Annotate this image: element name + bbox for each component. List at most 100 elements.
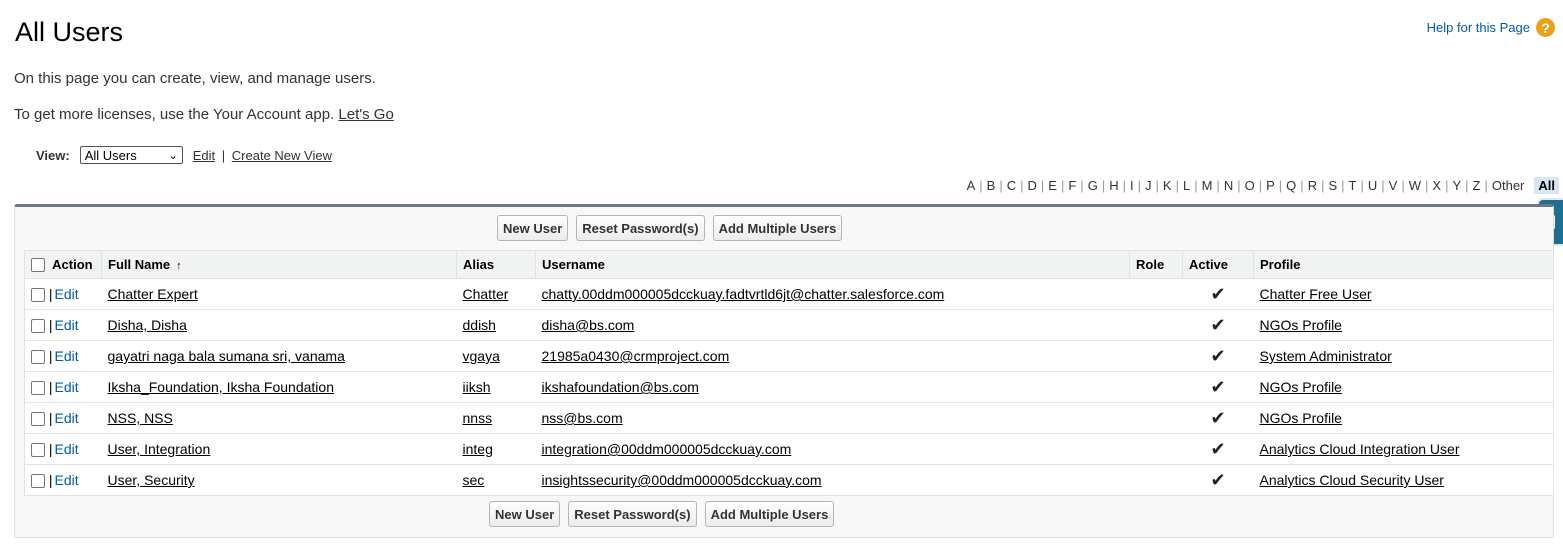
row-checkbox[interactable] [31,412,45,427]
help-link[interactable]: Help for this Page [1427,20,1530,35]
new-user-button[interactable]: New User [497,215,569,241]
row-action-cell: | Edit [24,371,102,403]
user-alias-link[interactable]: ddish [463,317,496,333]
user-full-name-link[interactable]: NSS, NSS [108,410,173,426]
row-checkbox[interactable] [31,319,45,334]
alpha-filter-v[interactable]: V [1385,178,1402,193]
role-header[interactable]: Role [1129,250,1183,279]
edit-user-link[interactable]: Edit [55,379,79,395]
action-separator: | [48,378,53,395]
user-username-link[interactable]: 21985a0430@crmproject.com [542,348,730,364]
alpha-filter-l[interactable]: L [1179,178,1194,193]
alpha-filter-o[interactable]: O [1241,178,1259,193]
active-check-icon: ✔ [1210,283,1226,304]
alpha-filter-a[interactable]: A [963,178,980,193]
user-full-name-link[interactable]: User, Integration [108,441,211,457]
row-checkbox[interactable] [31,350,45,365]
license-text-label: To get more licenses, use the Your Accou… [14,106,335,123]
edit-user-link[interactable]: Edit [55,441,79,457]
row-checkbox[interactable] [31,381,45,396]
add-multiple-users-button-bottom[interactable]: Add Multiple Users [704,501,835,527]
alpha-filter-t[interactable]: T [1345,178,1361,193]
alpha-filter-b[interactable]: B [983,178,1000,193]
user-profile-link[interactable]: System Administrator [1260,348,1392,364]
user-profile-link[interactable]: NGOs Profile [1260,379,1342,395]
profile-cell: Analytics Cloud Integration User [1253,433,1554,465]
user-full-name-link[interactable]: User, Security [108,472,195,488]
user-full-name-link[interactable]: gayatri naga bala sumana sri, vanama [108,348,345,364]
user-username-link[interactable]: nss@bs.com [542,410,623,426]
row-checkbox[interactable] [31,443,45,458]
user-username-link[interactable]: integration@00ddm000005dcckuay.com [542,441,792,457]
edit-user-link[interactable]: Edit [55,317,79,333]
view-select[interactable]: All Users ⌄ [79,146,183,164]
user-username-link[interactable]: chatty.00ddm000005dcckuay.fadtvrtld6jt@c… [542,286,945,302]
new-user-button-bottom[interactable]: New User [489,501,561,527]
edit-user-link[interactable]: Edit [55,348,79,364]
alpha-filter-c[interactable]: C [1003,178,1020,193]
user-profile-link[interactable]: Chatter Free User [1260,286,1372,302]
alpha-filter-j[interactable]: J [1141,178,1156,193]
edit-user-link[interactable]: Edit [55,472,79,488]
table-row: | Edit User, Security sec insightssecurity@0… [24,464,1554,496]
user-alias-link[interactable]: iiksh [463,379,491,395]
username-header[interactable]: Username [535,250,1130,279]
user-profile-link[interactable]: Analytics Cloud Security User [1260,472,1444,488]
help-icon[interactable]: ? [1536,18,1555,37]
user-alias-link[interactable]: nnss [463,410,493,426]
alpha-filter-q[interactable]: Q [1282,178,1300,193]
alpha-filter-e[interactable]: E [1044,178,1061,193]
user-username-link[interactable]: ikshafoundation@bs.com [542,379,699,395]
user-username-link[interactable]: disha@bs.com [542,317,635,333]
alpha-filter-w[interactable]: W [1405,178,1425,193]
role-cell [1129,433,1183,465]
user-full-name-link[interactable]: Chatter Expert [108,286,198,302]
row-checkbox[interactable] [31,474,45,489]
alpha-filter-n[interactable]: N [1220,178,1237,193]
alpha-filter-g[interactable]: G [1084,178,1102,193]
active-check-icon: ✔ [1210,314,1226,335]
alpha-filter-f[interactable]: F [1064,178,1080,193]
select-all-checkbox[interactable] [31,258,45,273]
user-full-name-link[interactable]: Disha, Disha [108,317,187,333]
user-username-link[interactable]: insightssecurity@00ddm000005dcckuay.com [542,472,822,488]
create-new-view-link[interactable]: Create New View [232,148,332,163]
active-header[interactable]: Active [1182,250,1254,279]
user-profile-link[interactable]: NGOs Profile [1260,410,1342,426]
profile-header[interactable]: Profile [1253,250,1554,279]
edit-user-link[interactable]: Edit [55,410,79,426]
action-header: Action [24,250,102,279]
edit-view-link[interactable]: Edit [193,148,215,163]
user-full-name-link[interactable]: Iksha_Foundation, Iksha Foundation [108,379,335,395]
edit-user-link[interactable]: Edit [55,286,79,302]
alpha-filter-s[interactable]: S [1324,178,1341,193]
user-alias-link[interactable]: Chatter [463,286,509,302]
reset-password-button[interactable]: Reset Password(s) [576,215,705,241]
alpha-filter-x[interactable]: X [1428,178,1445,193]
alpha-filter-d[interactable]: D [1024,178,1041,193]
user-alias-link[interactable]: sec [463,472,485,488]
lets-go-link[interactable]: Let's Go [338,106,393,123]
alpha-filter-i[interactable]: I [1126,178,1138,193]
alpha-filter-all[interactable]: All [1534,177,1559,194]
alpha-filter-p[interactable]: P [1262,178,1279,193]
alpha-filter-r[interactable]: R [1304,178,1321,193]
username-cell: ikshafoundation@bs.com [535,371,1130,403]
alpha-filter-u[interactable]: U [1364,178,1381,193]
user-alias-link[interactable]: integ [463,441,493,457]
user-profile-link[interactable]: Analytics Cloud Integration User [1260,441,1460,457]
alpha-filter-m[interactable]: M [1198,178,1217,193]
alpha-filter-h[interactable]: H [1105,178,1122,193]
alpha-filter-other[interactable]: Other [1488,178,1529,193]
user-alias-link[interactable]: vgaya [463,348,500,364]
row-checkbox[interactable] [31,288,45,303]
add-multiple-users-button[interactable]: Add Multiple Users [712,215,843,241]
reset-password-button-bottom[interactable]: Reset Password(s) [568,501,697,527]
alpha-filter-k[interactable]: K [1159,178,1176,193]
alias-header[interactable]: Alias [456,250,536,279]
user-profile-link[interactable]: NGOs Profile [1260,317,1342,333]
full-name-header[interactable]: Full Name ↑ [101,250,457,279]
alpha-filter-z[interactable]: Z [1469,178,1485,193]
alpha-filter-y[interactable]: Y [1448,178,1465,193]
view-link-separator: | [221,147,226,163]
